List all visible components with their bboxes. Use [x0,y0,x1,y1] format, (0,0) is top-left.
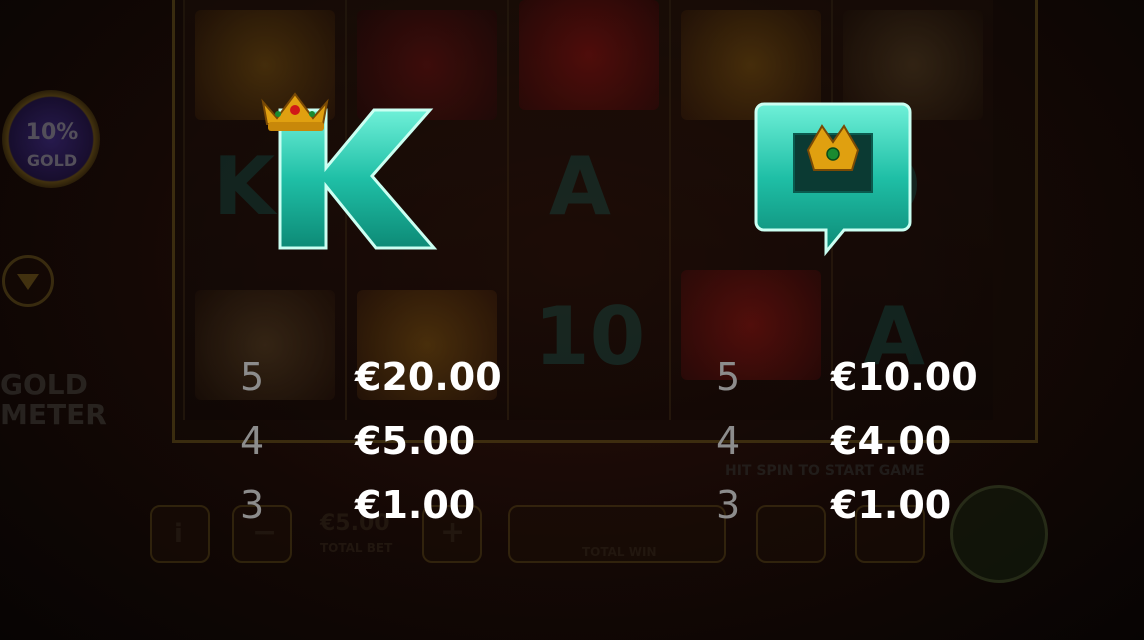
scroll-symbol [195,290,335,400]
gold-meter-percent: 10% [25,120,79,145]
ghost-a-symbol: A [549,140,611,233]
crown-icon [261,92,329,131]
gold-meter-title-line1: GOLD [0,368,88,401]
reel-3: A 10 [507,0,669,420]
spin-button[interactable] [950,485,1048,583]
red-envelope-symbol [519,0,659,110]
q-symbol-icon [754,102,912,257]
q-count-3: 3 [716,483,741,527]
ghost-10-symbol: 10 [534,290,646,383]
q-count-4: 4 [716,419,741,463]
k-value-5: €20.00 [355,355,502,399]
total-bet-label: TOTAL BET [320,541,393,555]
gold-meter-gold-label: GOLD [26,151,78,170]
total-win-label: TOTAL WIN [582,545,657,559]
k-count-5: 5 [240,355,265,399]
dimmed-game-background: K A 10 Q A 10% [0,0,1144,640]
game-stage: K A 10 Q A 10% [0,0,1144,640]
q-value-3: €1.00 [831,483,952,527]
total-win-display: TOTAL WIN [508,505,726,563]
gold-meter-widget [0,60,110,230]
k-count-3: 3 [240,483,265,527]
k-value-3: €1.00 [355,483,476,527]
k-value-4: €5.00 [355,419,476,463]
meter-arrow-button[interactable] [2,255,54,307]
q-count-5: 5 [716,355,741,399]
autoplay-button[interactable] [756,505,826,563]
gold-meter-title: GOLD METER [0,370,107,430]
k-count-4: 4 [240,419,265,463]
info-button[interactable]: i [150,505,210,563]
q-value-5: €10.00 [831,355,978,399]
gold-meter-title-line2: METER [0,398,107,431]
red-envelope-symbol [681,270,821,380]
info-icon: i [174,519,183,549]
k-symbol-icon [261,92,438,250]
spin-hint: HIT SPIN TO START GAME [725,463,925,479]
q-value-4: €4.00 [831,419,952,463]
